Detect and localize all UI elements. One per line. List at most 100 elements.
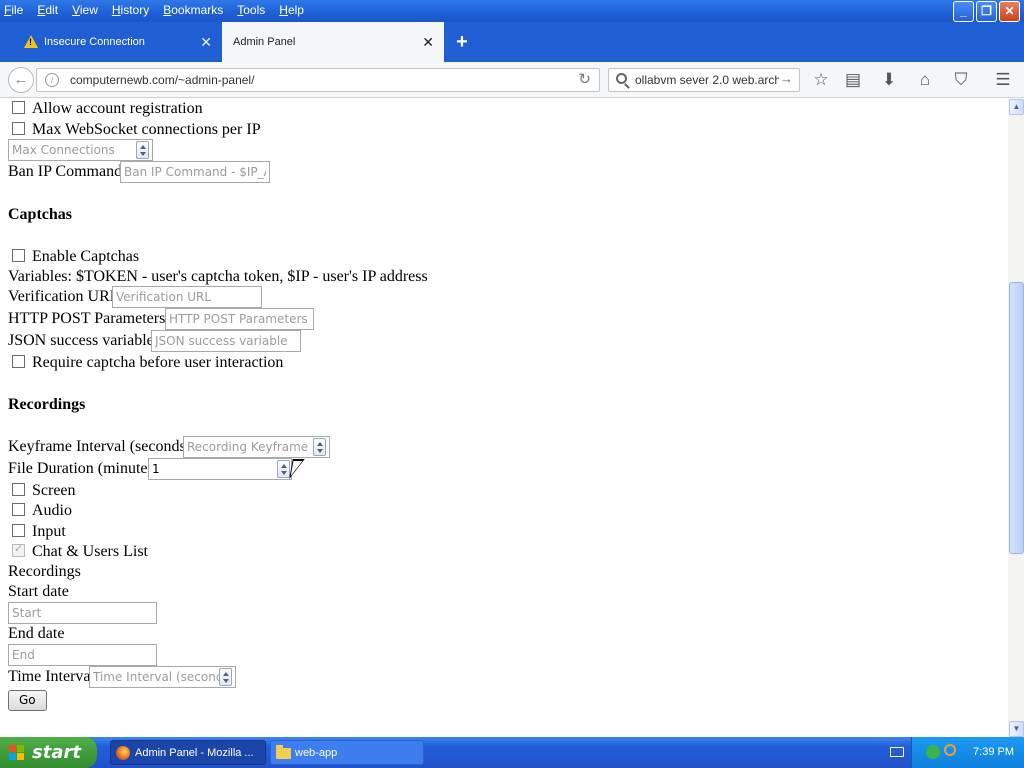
taskbar: start Admin Panel - Mozilla ... web-app …	[0, 737, 1024, 768]
network-icon[interactable]	[926, 745, 940, 759]
download-icon[interactable]: ⬇	[878, 69, 900, 91]
http-post-label: HTTP POST Parameters	[8, 310, 166, 327]
home-icon[interactable]: ⌂	[914, 69, 936, 91]
windows-logo-icon	[9, 745, 25, 761]
require-captcha-label: Require captcha before user interaction	[32, 354, 284, 371]
ban-ip-input[interactable]	[120, 161, 270, 183]
menu-view[interactable]: View	[72, 3, 98, 17]
tab-close-icon[interactable]: ✕	[422, 22, 434, 62]
scroll-thumb[interactable]	[1009, 282, 1024, 554]
url-bar[interactable]: i ↻	[36, 68, 600, 92]
star-icon[interactable]: ☆	[810, 69, 832, 91]
max-connections-spinner[interactable]	[136, 141, 149, 159]
minimize-button[interactable]: _	[953, 1, 974, 22]
tab-bar: Insecure Connection ✕ Admin Panel ✕ +	[0, 22, 1024, 62]
chat-users-checkbox	[12, 542, 25, 557]
keyframe-interval-label: Keyframe Interval (seconds)	[8, 438, 192, 455]
back-button[interactable]: ←	[8, 67, 34, 93]
taskbar-item-label: web-app	[295, 747, 338, 759]
menu-file[interactable]: File	[4, 3, 23, 17]
close-window-button[interactable]: ✕	[999, 1, 1020, 22]
maximize-button[interactable]: ❐	[976, 1, 997, 22]
start-date-label: Start date	[8, 583, 69, 600]
menu-icon[interactable]: ☰	[992, 69, 1014, 91]
verification-url-label: Verification URL	[8, 288, 120, 305]
url-input[interactable]	[68, 71, 548, 89]
captcha-variables-text: Variables: $TOKEN - user's captcha token…	[8, 268, 428, 285]
time-interval-input[interactable]	[89, 666, 236, 688]
enable-captchas-label: Enable Captchas	[32, 248, 140, 265]
screen-checkbox[interactable]	[12, 483, 25, 496]
menu-tools[interactable]: Tools	[237, 3, 265, 17]
end-date-label: End date	[8, 625, 65, 642]
search-icon	[616, 73, 627, 84]
warning-icon	[24, 35, 38, 48]
title-bar: File Edit View History Bookmarks Tools H…	[0, 0, 1024, 22]
captchas-heading: Captchas	[8, 206, 73, 223]
keyframe-interval-input[interactable]	[183, 436, 330, 458]
keyframe-interval-spinner[interactable]	[313, 438, 326, 456]
window-controls: _ ❐ ✕	[953, 1, 1020, 22]
require-captcha-checkbox[interactable]	[12, 355, 25, 368]
search-tray-icon[interactable]	[944, 744, 956, 756]
tab-admin-panel[interactable]: Admin Panel ✕	[222, 22, 444, 62]
search-go-icon[interactable]: →	[780, 71, 793, 86]
allow-registration-label: Allow account registration	[32, 100, 203, 117]
tab-close-icon[interactable]: ✕	[200, 22, 212, 62]
scroll-down-icon[interactable]: ▼	[1009, 721, 1024, 737]
search-bar[interactable]: →	[608, 68, 800, 92]
vertical-scrollbar[interactable]: ▲ ▼	[1008, 99, 1024, 737]
site-info-icon[interactable]: i	[45, 73, 59, 87]
reload-icon[interactable]: ↻	[578, 70, 591, 88]
start-date-input[interactable]	[8, 602, 157, 624]
page-content: Allow account registration Max WebSocket…	[0, 99, 1008, 737]
max-websocket-checkbox[interactable]	[12, 122, 25, 135]
chat-users-label: Chat & Users List	[32, 543, 148, 560]
max-websocket-label: Max WebSocket connections per IP	[32, 121, 261, 138]
audio-label: Audio	[32, 502, 72, 519]
start-label: start	[32, 742, 81, 763]
start-button[interactable]: start	[0, 737, 97, 768]
end-date-input[interactable]	[8, 644, 157, 666]
pocket-icon[interactable]: ⛉	[950, 69, 972, 91]
recordings-label: Recordings	[8, 563, 81, 580]
navigation-bar: ← i ↻ → ☆ ▤ ⬇ ⌂ ⛉ ☰	[0, 62, 1024, 98]
taskbar-item-label: Admin Panel - Mozilla ...	[135, 747, 254, 759]
taskbar-item-web-app[interactable]: web-app	[270, 740, 424, 765]
file-duration-spinner[interactable]	[277, 460, 290, 478]
reader-list-icon[interactable]: ▤	[842, 69, 864, 91]
system-tray: 7:39 PM	[890, 737, 1024, 768]
scroll-up-icon[interactable]: ▲	[1009, 99, 1024, 115]
json-success-input[interactable]	[151, 330, 301, 352]
recordings-heading: Recordings	[8, 396, 86, 413]
search-input[interactable]	[633, 71, 781, 89]
keyboard-icon[interactable]	[890, 747, 904, 757]
screen-label: Screen	[32, 482, 76, 499]
firefox-icon	[116, 746, 130, 760]
http-post-input[interactable]	[165, 308, 314, 330]
menu-history[interactable]: History	[112, 3, 149, 17]
new-tab-button[interactable]: +	[444, 22, 480, 62]
file-duration-input[interactable]	[148, 458, 292, 480]
time-interval-spinner[interactable]	[219, 668, 232, 686]
tab-label: Insecure Connection	[44, 36, 145, 48]
menu-bookmarks[interactable]: Bookmarks	[163, 3, 223, 17]
file-duration-label: File Duration (minutes)	[8, 460, 160, 477]
enable-captchas-checkbox[interactable]	[12, 249, 25, 262]
clock: 7:39 PM	[973, 746, 1014, 758]
verification-url-input[interactable]	[112, 286, 262, 308]
menu-edit[interactable]: Edit	[37, 3, 58, 17]
menu-help[interactable]: Help	[279, 3, 304, 17]
json-success-label: JSON success variable	[8, 332, 154, 349]
audio-checkbox[interactable]	[12, 503, 25, 516]
input-checkbox[interactable]	[12, 524, 25, 537]
go-button[interactable]: Go	[8, 690, 47, 711]
tab-label: Admin Panel	[233, 36, 296, 48]
max-connections-input[interactable]	[8, 139, 153, 161]
taskbar-item-firefox[interactable]: Admin Panel - Mozilla ...	[110, 740, 266, 765]
ban-ip-label: Ban IP Command	[8, 163, 123, 180]
time-interval-label: Time Interval	[8, 668, 95, 685]
tab-insecure-connection[interactable]: Insecure Connection ✕	[0, 22, 222, 62]
input-label: Input	[32, 523, 66, 540]
allow-registration-checkbox[interactable]	[12, 101, 25, 114]
